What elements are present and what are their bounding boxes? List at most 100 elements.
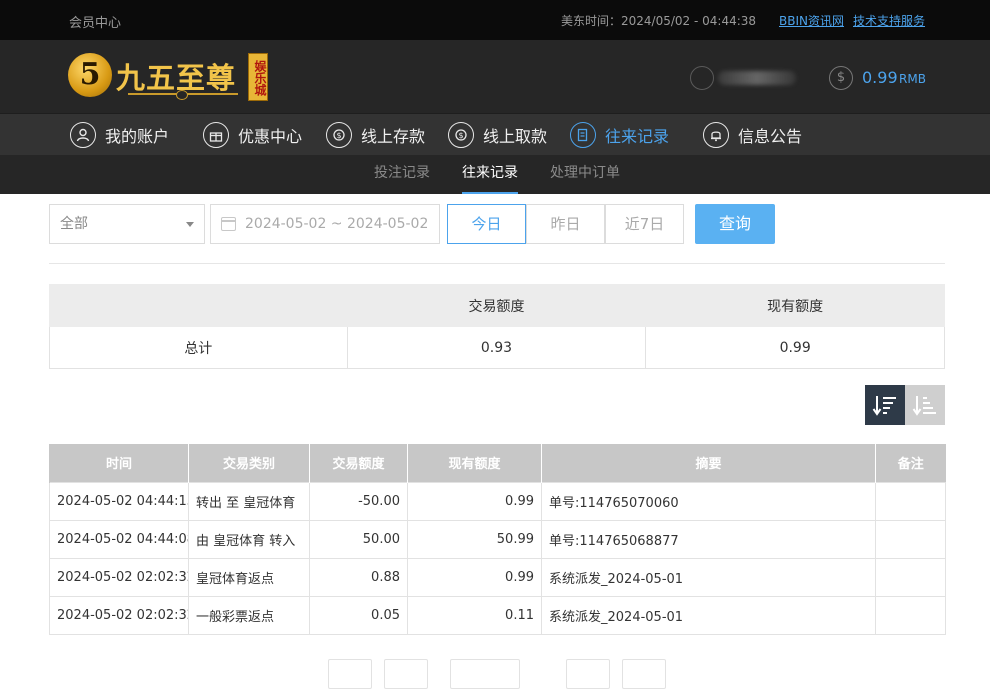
logo-tag: 娱乐城 xyxy=(248,53,268,101)
cell-type: 一般彩票返点 xyxy=(188,595,310,635)
records-header-row: 时间 交易类别 交易额度 现有额度 摘要 备注 xyxy=(49,444,946,482)
table-row: 2024-05-02 02:02:32 皇冠体育返点 0.88 0.99 系统派… xyxy=(49,557,946,597)
summary-cell: 总计 xyxy=(49,326,348,369)
date-range-value: 2024-05-02 ~ 2024-05-02 xyxy=(245,216,429,232)
sort-ascending-icon xyxy=(912,396,936,416)
deposit-icon: $ xyxy=(326,122,352,148)
nav-promotions[interactable]: 优惠中心 xyxy=(203,114,302,156)
tech-support-link[interactable]: 技术支持服务 xyxy=(853,12,925,29)
summary-header-cell xyxy=(49,284,348,327)
sort-descending-icon xyxy=(872,396,896,416)
column-header-remarks: 备注 xyxy=(875,444,946,482)
pager-next-button[interactable] xyxy=(566,659,610,689)
cell-amount: -50.00 xyxy=(309,481,408,521)
username-redacted xyxy=(718,71,796,85)
cell-summary: 系统派发_2024-05-01 xyxy=(541,557,876,597)
logo-emblem-icon: 5 xyxy=(68,53,112,97)
main-nav: 我的账户 优惠中心 $ 线上存款 $ 线上取款 往来记录 信息公告 xyxy=(0,113,990,155)
account-icon xyxy=(70,122,96,148)
column-header-summary: 摘要 xyxy=(541,444,876,482)
subnav-bet-records[interactable]: 投注记录 xyxy=(374,155,430,194)
eastern-time-clock: 美东时间：2024/05/02 - 04:44:38 xyxy=(561,12,756,29)
pager-first-button[interactable] xyxy=(328,659,372,689)
cell-type: 转出 至 皇冠体育 xyxy=(188,481,310,521)
cell-remarks xyxy=(875,481,946,521)
type-select[interactable]: 全部 xyxy=(49,204,205,244)
date-range-input[interactable]: 2024-05-02 ~ 2024-05-02 xyxy=(210,204,440,244)
nav-online-deposit[interactable]: $ 线上存款 xyxy=(326,114,425,156)
nav-label: 优惠中心 xyxy=(238,127,303,146)
nav-my-account[interactable]: 我的账户 xyxy=(70,114,169,156)
nav-online-withdraw[interactable]: $ 线上取款 xyxy=(448,114,547,156)
nav-label: 线上存款 xyxy=(361,127,426,146)
nav-announcements[interactable]: 信息公告 xyxy=(703,114,802,156)
query-button[interactable]: 查询 xyxy=(695,204,775,244)
subnav-transaction-records[interactable]: 往来记录 xyxy=(462,155,518,194)
cell-summary: 单号:114765070060 xyxy=(541,481,876,521)
pager-prev-button[interactable] xyxy=(384,659,428,689)
balance-amount: 0.99 xyxy=(862,68,898,87)
cell-type: 皇冠体育返点 xyxy=(188,557,310,597)
quick-yesterday-button[interactable]: 昨日 xyxy=(526,204,605,244)
summary-cell: 0.93 xyxy=(346,326,647,369)
summary-header-row: 交易额度 现有额度 xyxy=(49,284,945,327)
cell-balance: 0.99 xyxy=(407,481,542,521)
column-header-time: 时间 xyxy=(49,444,189,482)
user-icon xyxy=(690,66,714,90)
cell-time: 2024-05-02 04:44:15 xyxy=(49,481,189,521)
column-header-balance: 现有额度 xyxy=(407,444,542,482)
cell-balance: 0.11 xyxy=(407,595,542,635)
cell-time: 2024-05-02 02:02:32 xyxy=(49,557,189,597)
cell-amount: 0.05 xyxy=(309,595,408,635)
quick-today-button[interactable]: 今日 xyxy=(447,204,526,244)
site-logo[interactable]: 5 九五至尊 娱乐城 xyxy=(68,51,273,103)
column-header-type: 交易类别 xyxy=(188,444,310,482)
table-row: 2024-05-02 04:44:08 由 皇冠体育 转入 50.00 50.9… xyxy=(49,519,946,559)
balance-currency: RMB xyxy=(899,72,926,86)
table-row: 2024-05-02 02:02:32 一般彩票返点 0.05 0.11 系统派… xyxy=(49,595,946,635)
bbin-news-link[interactable]: BBIN资讯网 xyxy=(779,12,844,29)
cell-balance: 50.99 xyxy=(407,519,542,559)
withdraw-icon: $ xyxy=(448,122,474,148)
member-center-link[interactable]: 会员中心 xyxy=(69,12,121,31)
cell-summary: 系统派发_2024-05-01 xyxy=(541,595,876,635)
cell-amount: 50.00 xyxy=(309,519,408,559)
bell-icon xyxy=(703,122,729,148)
sort-ascending-button[interactable] xyxy=(905,385,945,425)
site-header: 5 九五至尊 娱乐城 $ 0.99 RMB xyxy=(0,40,990,113)
svg-text:$: $ xyxy=(458,131,463,140)
cell-time: 2024-05-02 02:02:32 xyxy=(49,595,189,635)
cell-type: 由 皇冠体育 转入 xyxy=(188,519,310,559)
summary-cell: 0.99 xyxy=(645,326,945,369)
pager-page-input[interactable] xyxy=(450,659,520,689)
records-icon xyxy=(570,122,596,148)
pager-last-button[interactable] xyxy=(622,659,666,689)
clock-value: 2024/05/02 - 04:44:38 xyxy=(621,14,757,28)
summary-header-cell: 交易额度 xyxy=(346,284,647,327)
logo-name: 九五至尊 xyxy=(116,61,237,95)
nav-label: 信息公告 xyxy=(738,127,803,146)
chevron-down-icon xyxy=(186,222,194,227)
column-header-amount: 交易额度 xyxy=(309,444,408,482)
sub-nav: 投注记录 往来记录 处理中订单 xyxy=(0,155,990,194)
clock-label: 美东时间： xyxy=(561,14,622,28)
sort-descending-button[interactable] xyxy=(865,385,905,425)
top-bar: 会员中心 美东时间：2024/05/02 - 04:44:38 BBIN资讯网 … xyxy=(0,0,990,40)
nav-transaction-records[interactable]: 往来记录 xyxy=(570,114,669,156)
cell-remarks xyxy=(875,595,946,635)
table-row: 2024-05-02 04:44:15 转出 至 皇冠体育 -50.00 0.9… xyxy=(49,481,946,521)
user-info[interactable] xyxy=(690,66,800,90)
records-table: 时间 交易类别 交易额度 现有额度 摘要 备注 2024-05-02 04:44… xyxy=(49,444,946,635)
svg-text:$: $ xyxy=(336,131,341,140)
quick-last7days-button[interactable]: 近7日 xyxy=(605,204,684,244)
subnav-pending-orders[interactable]: 处理中订单 xyxy=(550,155,620,194)
calendar-icon xyxy=(221,217,236,231)
cell-remarks xyxy=(875,557,946,597)
cell-remarks xyxy=(875,519,946,559)
cell-amount: 0.88 xyxy=(309,557,408,597)
cell-balance: 0.99 xyxy=(407,557,542,597)
nav-label: 线上取款 xyxy=(483,127,548,146)
dollar-coin-icon: $ xyxy=(829,66,853,90)
summary-table: 交易额度 现有额度 总计 0.93 0.99 xyxy=(49,284,945,369)
summary-header-cell: 现有额度 xyxy=(645,284,945,327)
